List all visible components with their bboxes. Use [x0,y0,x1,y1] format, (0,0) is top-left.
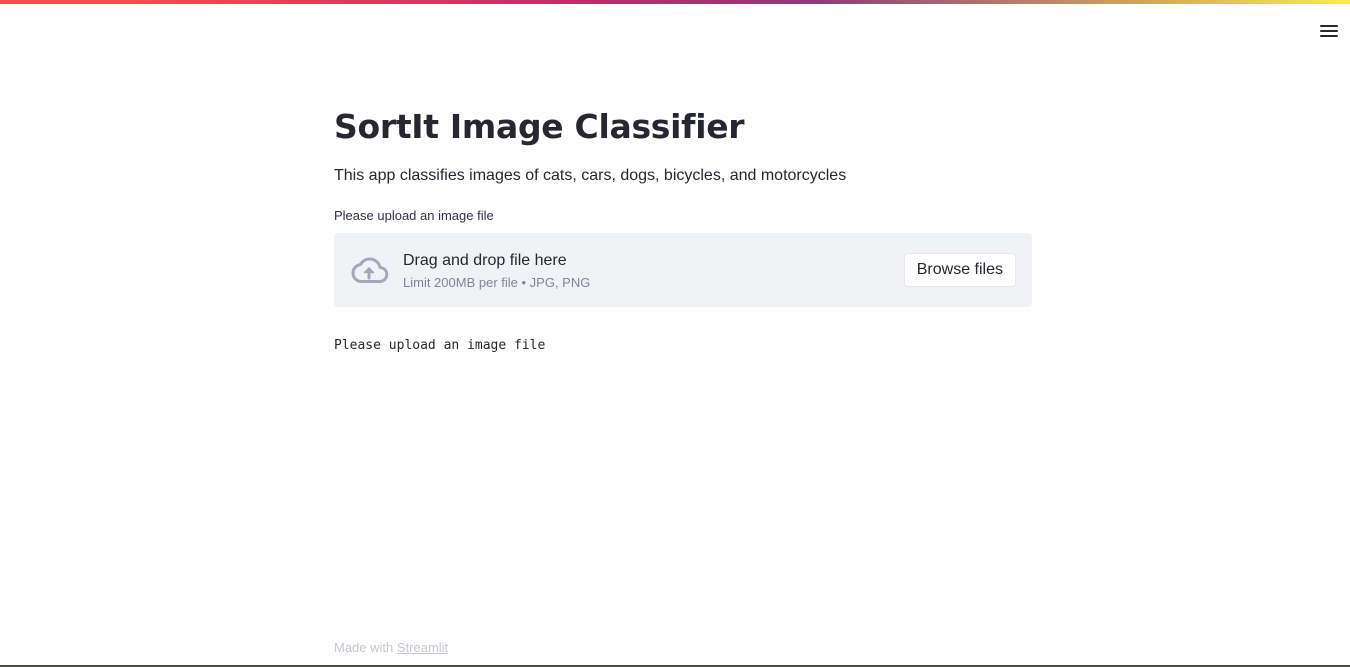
footer-prefix: Made with [334,640,394,655]
cloud-upload-icon [351,257,389,283]
browse-files-button[interactable]: Browse files [903,253,1016,287]
status-message: Please upload an image file [334,338,546,353]
dropzone-title: Drag and drop file here [403,252,567,269]
menu-bar-line [1320,25,1338,27]
streamlit-link[interactable]: Streamlit [397,640,448,655]
file-uploader-label: Please upload an image file [334,208,494,223]
dropzone-instructions: Drag and drop file here Limit 200MB per … [403,250,590,293]
file-dropzone[interactable]: Drag and drop file here Limit 200MB per … [334,233,1032,307]
main-content: SortIt Image Classifier This app classif… [334,100,1032,356]
page-title: SortIt Image Classifier [334,107,745,146]
dropzone-limit-hint: Limit 200MB per file • JPG, PNG [403,275,591,290]
footer: Made with Streamlit [334,639,448,657]
page-description: This app classifies images of cats, cars… [334,167,847,184]
top-decoration-bar [0,0,1350,4]
menu-bar-line [1320,30,1338,32]
menu-bar-line [1320,35,1338,37]
hamburger-menu-icon[interactable] [1320,22,1338,40]
